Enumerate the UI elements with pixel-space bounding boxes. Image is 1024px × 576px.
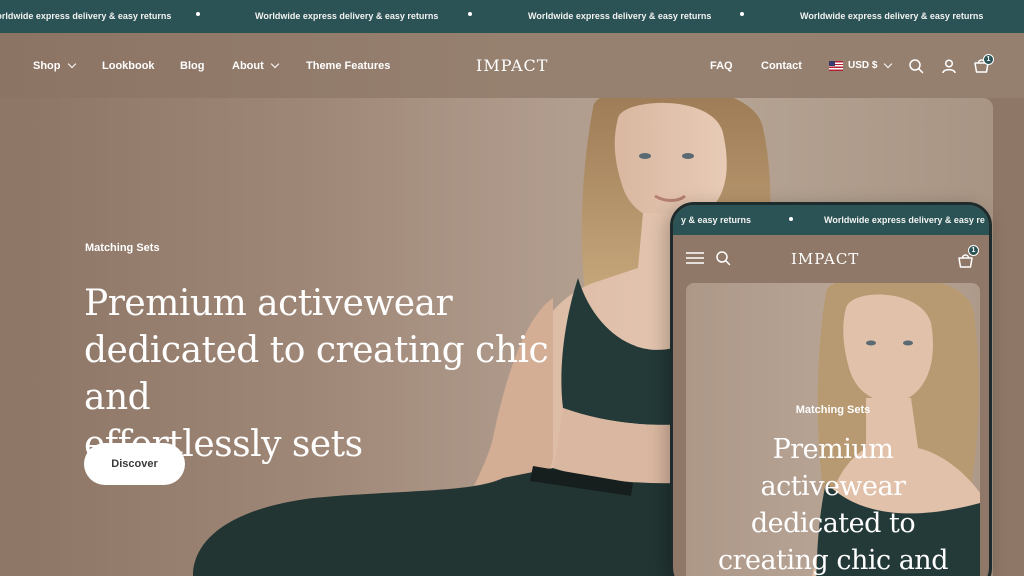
nav-theme-features[interactable]: Theme Features xyxy=(306,60,390,72)
hero-eyebrow: Matching Sets xyxy=(85,242,160,254)
nav-about[interactable]: About xyxy=(232,59,280,72)
hero-title-line: Premium activewear xyxy=(84,283,453,324)
us-flag-icon xyxy=(829,60,843,71)
search-icon[interactable] xyxy=(715,250,731,266)
hero-title-line: dedicated to creating chic and xyxy=(84,330,549,418)
site-header: Shop Lookbook Blog About Theme Features … xyxy=(0,33,1024,98)
nav-contact[interactable]: Contact xyxy=(761,60,802,72)
mobile-announcement-bar: y & easy returns Worldwide express deliv… xyxy=(673,205,989,235)
discover-button[interactable]: Discover xyxy=(84,443,185,485)
hero-title-line: Premium xyxy=(772,434,894,465)
mobile-hero-eyebrow: Matching Sets xyxy=(795,404,871,416)
nav-label: FAQ xyxy=(710,60,733,72)
hero-title-line: creating chic and xyxy=(718,545,948,576)
mobile-logo[interactable]: IMPACT xyxy=(791,250,859,268)
site-logo[interactable]: IMPACT xyxy=(476,56,548,75)
separator-dot xyxy=(740,12,744,16)
nav-label: Lookbook xyxy=(102,60,155,72)
cart-count-badge: 1 xyxy=(968,245,979,256)
mobile-header: IMPACT 1 xyxy=(673,235,989,283)
hero-title: Premium activewear dedicated to creating… xyxy=(84,280,604,468)
announcement-message: Worldwide express delivery & easy return… xyxy=(255,11,439,21)
nav-label: Theme Features xyxy=(306,60,391,72)
announcement-message: Worldwide express delivery & easy return… xyxy=(528,11,712,21)
separator-dot xyxy=(789,217,793,221)
chevron-down-icon xyxy=(884,59,893,68)
announcement-bar: Worldwide express delivery & easy return… xyxy=(0,0,1024,33)
chevron-down-icon xyxy=(270,59,280,69)
chevron-down-icon xyxy=(67,59,76,69)
announcement-message: y & easy returns xyxy=(681,215,752,225)
hamburger-icon[interactable] xyxy=(685,251,705,265)
nav-blog[interactable]: Blog xyxy=(180,60,204,72)
cart-count-badge: 1 xyxy=(983,54,994,65)
nav-label: Blog xyxy=(180,60,205,72)
nav-label: Contact xyxy=(761,60,802,72)
announcement-message: Worldwide express delivery & easy re xyxy=(824,215,985,225)
nav-shop[interactable]: Shop xyxy=(33,59,76,72)
hero-title-line: activewear xyxy=(760,471,906,502)
mobile-hero: Matching Sets Premium activewear dedicat… xyxy=(686,283,980,576)
currency-label: USD $ xyxy=(848,60,878,71)
currency-selector[interactable]: USD $ xyxy=(829,59,893,71)
mobile-hero-title: Premium activewear dedicated to creating… xyxy=(696,431,970,576)
announcement-message: Worldwide express delivery & easy return… xyxy=(800,11,984,21)
mobile-preview: y & easy returns Worldwide express deliv… xyxy=(670,202,992,576)
nav-label: Shop xyxy=(33,60,61,72)
nav-lookbook[interactable]: Lookbook xyxy=(102,60,155,72)
search-icon[interactable] xyxy=(908,58,924,74)
nav-faq[interactable]: FAQ xyxy=(710,60,733,72)
separator-dot xyxy=(196,12,200,16)
nav-label: About xyxy=(232,60,264,72)
hero-title-line: dedicated to xyxy=(750,508,916,539)
account-icon[interactable] xyxy=(941,58,957,74)
announcement-message: Worldwide express delivery & easy return… xyxy=(0,11,172,21)
separator-dot xyxy=(468,12,472,16)
